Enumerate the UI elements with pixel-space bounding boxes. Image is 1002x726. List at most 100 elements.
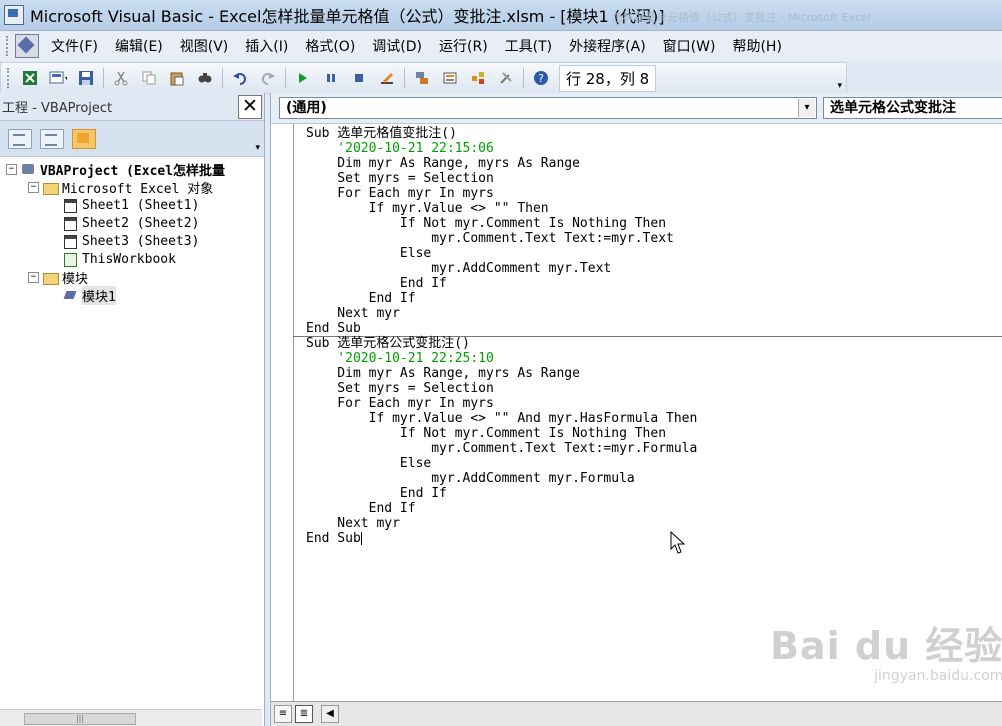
sheet-icon [63,234,78,249]
code-line[interactable]: End If [306,276,697,291]
scroll-left-icon[interactable]: ◀ [321,705,339,723]
tree-item[interactable]: Sheet1 (Sheet1) [0,196,264,214]
tree-item[interactable]: ThisWorkbook [0,250,264,268]
cut-icon[interactable] [112,69,130,87]
menu-file[interactable]: 文件(F) [51,33,98,59]
code-line[interactable]: Next myr [306,516,697,531]
procedure-view-icon[interactable]: ≡ [274,705,292,723]
tree-item[interactable]: Sheet3 (Sheet3) [0,232,264,250]
menu-view[interactable]: 视图(V) [180,33,229,59]
menubar-grip[interactable] [6,36,11,56]
insert-module-icon[interactable] [49,69,67,87]
project-explorer-icon[interactable] [413,69,431,87]
object-browser-icon[interactable] [469,69,487,87]
menu-debug[interactable]: 调试(D) [372,33,422,59]
code-line[interactable]: Else [306,246,697,261]
code-line[interactable]: myr.AddComment myr.Formula [306,471,697,486]
code-line[interactable]: Set myrs = Selection [306,171,697,186]
code-line[interactable]: Dim myr As Range, myrs As Range [306,366,697,381]
code-line[interactable]: Next myr [306,306,697,321]
redo-icon[interactable] [259,69,277,87]
tree-item-label: Sheet3 (Sheet3) [82,233,200,249]
code-line-text: myr.AddComment myr.Formula [306,471,635,486]
code-line[interactable]: Sub 选单元格公式变批注() [306,336,697,351]
design-mode-icon[interactable] [378,69,396,87]
menu-tools[interactable]: 工具(T) [505,33,552,59]
code-line[interactable]: End If [306,486,697,501]
code-line[interactable]: End Sub [306,531,697,546]
break-icon[interactable] [322,69,340,87]
scroll-thumb[interactable]: ||| [24,713,136,725]
code-comment-line[interactable]: '2020-10-21 22:25:10 [306,351,697,366]
toolbar-separator [285,68,286,88]
chevron-down-icon[interactable]: ▾ [255,143,260,153]
collapse-icon[interactable]: − [28,271,39,283]
sheet-icon [63,216,78,231]
code-line[interactable]: If myr.Value <> "" Then [306,201,697,216]
menu-window[interactable]: 窗口(W) [663,33,716,59]
code-lines[interactable]: Sub 选单元格值变批注() '2020-10-21 22:15:06 Dim … [293,126,1002,546]
code-line[interactable]: If Not myr.Comment Is Nothing Then [306,216,697,231]
mouse-pointer-icon [670,531,686,554]
procedure-combo[interactable]: 选单元格公式变批注 [823,97,1002,119]
undo-icon[interactable] [231,69,249,87]
menu-run[interactable]: 运行(R) [439,33,488,59]
excel-view-icon[interactable] [21,69,39,87]
properties-icon[interactable] [441,69,459,87]
watermark-sub: jingyan.baidu.com [874,668,1002,684]
code-line[interactable]: myr.Comment.Text Text:=myr.Formula [306,441,697,456]
code-line[interactable]: If Not myr.Comment Is Nothing Then [306,426,697,441]
help-icon[interactable]: ? [532,69,550,87]
tree-item[interactable]: − VBAProject (Excel怎样批量 [0,160,264,179]
menu-edit[interactable]: 编辑(E) [115,33,163,59]
tree-item[interactable]: 模块1 [0,285,264,305]
code-line[interactable]: End If [306,501,697,516]
view-code-icon[interactable] [8,128,32,149]
find-icon[interactable] [196,69,214,87]
run-icon[interactable] [294,69,312,87]
vbe-app-icon[interactable] [4,5,24,25]
code-line[interactable]: For Each myr In myrs [306,186,697,201]
menu-insert[interactable]: 插入(I) [245,33,288,59]
code-line[interactable]: Set myrs = Selection [306,381,697,396]
code-line[interactable]: Dim myr As Range, myrs As Range [306,156,697,171]
text-caret [360,532,362,545]
code-line[interactable]: myr.AddComment myr.Text [306,261,697,276]
reset-icon[interactable] [350,69,368,87]
copy-icon[interactable] [140,69,158,87]
menu-format[interactable]: 格式(O) [305,33,355,59]
toolbar-options-chevron-icon[interactable]: ▾ [837,81,842,91]
code-line[interactable]: End If [306,291,697,306]
view-object-icon[interactable] [40,128,64,149]
paste-icon[interactable] [168,69,186,87]
code-line[interactable]: Sub 选单元格值变批注() [306,126,697,141]
tree-item[interactable]: − 模块 [0,268,264,287]
full-module-view-icon[interactable]: ≣ [295,705,313,723]
chevron-down-icon[interactable]: ▾ [798,99,815,117]
close-icon[interactable]: ✕ [238,95,262,119]
code-comment-line[interactable]: '2020-10-21 22:15:06 [306,141,697,156]
code-line[interactable]: Else [306,456,697,471]
code-line[interactable]: myr.Comment.Text Text:=myr.Text [306,231,697,246]
tree-item[interactable]: − Microsoft Excel 对象 [0,178,264,197]
code-line[interactable]: End Sub [293,321,1002,337]
code-line[interactable]: If myr.Value <> "" And myr.HasFormula Th… [306,411,698,426]
toggle-folders-icon[interactable] [72,128,96,149]
code-line-text: If myr.Value <> "" Then [306,201,549,216]
toolbar-grip[interactable] [7,68,12,88]
collapse-icon[interactable]: − [28,181,39,193]
tree-item[interactable]: Sheet2 (Sheet2) [0,214,264,232]
background-window-title: 怎样批量单元格值（公式）变批注 - Microsoft Excel [612,11,871,24]
menu-help[interactable]: 帮助(H) [732,33,781,59]
code-margin-indicator-bar[interactable] [271,124,294,702]
collapse-icon[interactable]: − [6,163,17,175]
vba-menu-icon[interactable] [15,34,39,58]
project-explorer-header: 工程 - VBAProject ✕ [0,93,264,121]
project-tree-hscrollbar[interactable]: ||| [0,709,262,726]
object-combo[interactable]: (通用) ▾ [279,97,817,119]
save-icon[interactable] [77,69,95,87]
code-line[interactable]: For Each myr In myrs [306,396,697,411]
code-line-text: If myr.Value <> "" And myr.HasFormula Th… [306,411,698,426]
menu-addins[interactable]: 外接程序(A) [569,33,646,59]
toolbox-icon[interactable] [497,69,515,87]
